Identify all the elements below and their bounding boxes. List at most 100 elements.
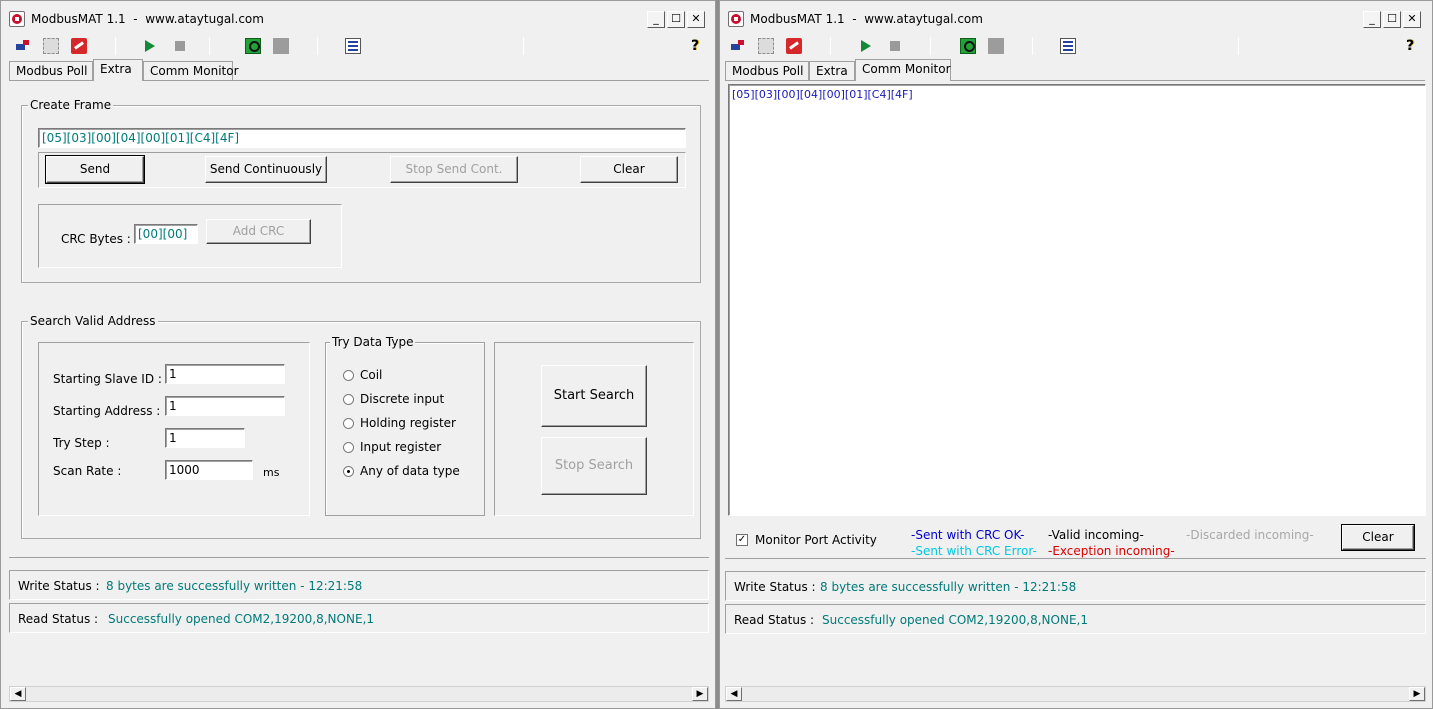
holding-register-label[interactable]: Holding register	[360, 416, 456, 430]
read-status-label: Read Status :	[18, 612, 99, 626]
port-settings-icon[interactable]	[786, 38, 802, 54]
add-crc-button[interactable]: Add CRC	[206, 219, 311, 244]
read-status-value: Successfully opened COM2,19200,8,NONE,1	[822, 613, 1088, 627]
stop-send-cont-button[interactable]: Stop Send Cont.	[390, 156, 518, 183]
close-button[interactable]: ✕	[1403, 11, 1421, 28]
help-icon[interactable]: ?	[1402, 38, 1418, 54]
try-data-type-title: Try Data Type	[330, 335, 416, 349]
window-title: ModbusMAT 1.1 - www.ataytugal.com	[750, 12, 983, 26]
toolbar-separator	[523, 37, 524, 55]
toolbar: ?	[1, 35, 715, 57]
discrete-input-label[interactable]: Discrete input	[360, 392, 444, 406]
clear-monitor-button[interactable]: Clear	[1341, 524, 1415, 551]
toolbar-separator	[317, 37, 318, 55]
starting-slave-id-label: Starting Slave ID :	[53, 372, 162, 386]
try-step-label: Try Step :	[53, 436, 110, 450]
tab-extra[interactable]: Extra	[809, 61, 855, 81]
toolbar-separator	[115, 37, 116, 55]
disconnect-icon[interactable]	[43, 38, 59, 54]
start-search-button[interactable]: Start Search	[541, 365, 647, 427]
write-status-label: Write Status :	[18, 579, 100, 593]
title-bar[interactable]: ModbusMAT 1.1 - www.ataytugal.com _ ☐ ✕	[1, 1, 715, 35]
write-status-value: 8 bytes are successfully written - 12:21…	[820, 580, 1077, 594]
stop-icon[interactable]	[890, 41, 900, 51]
title-bar[interactable]: ModbusMAT 1.1 - www.ataytugal.com _ ☐ ✕	[720, 1, 1432, 35]
crc-bytes-label: CRC Bytes :	[61, 232, 131, 246]
any-data-type-radio[interactable]	[343, 466, 354, 477]
disconnect-icon[interactable]	[758, 38, 774, 54]
scroll-left-icon[interactable]: ◀	[726, 687, 742, 701]
search-buttons-panel: Start Search Stop Search	[494, 342, 694, 516]
play-icon[interactable]	[145, 40, 155, 52]
comm-monitor-log[interactable]: [05][03][00][04][00][01][C4][4F]	[728, 84, 1426, 516]
toolbar-separator	[209, 37, 210, 55]
tab-extra[interactable]: Extra	[93, 59, 143, 81]
tab-modbus-poll[interactable]: Modbus Poll	[725, 61, 809, 81]
discrete-input-radio[interactable]	[343, 394, 354, 405]
holding-register-radio[interactable]	[343, 418, 354, 429]
stop-search-button[interactable]: Stop Search	[541, 437, 647, 495]
send-continuously-button[interactable]: Send Continuously	[205, 156, 327, 183]
coil-radio[interactable]	[343, 370, 354, 381]
list-icon[interactable]	[1060, 38, 1076, 54]
tab-comm-monitor[interactable]: Comm Monitor	[143, 61, 239, 81]
minimize-button[interactable]: _	[1363, 11, 1381, 28]
input-register-radio[interactable]	[343, 442, 354, 453]
crc-bytes-field[interactable]: [00][00]	[134, 224, 198, 244]
frame-input[interactable]: [05][03][00][04][00][01][C4][4F]	[38, 128, 686, 148]
input-register-label[interactable]: Input register	[360, 440, 441, 454]
window-title: ModbusMAT 1.1 - www.ataytugal.com	[31, 12, 264, 26]
app-icon[interactable]	[9, 11, 25, 27]
stop-icon[interactable]	[175, 41, 185, 51]
read-status-row: Read Status : Successfully opened COM2,1…	[9, 603, 709, 633]
tab-modbus-poll[interactable]: Modbus Poll	[9, 61, 93, 81]
connect-icon[interactable]	[15, 38, 31, 54]
search-icon[interactable]	[245, 38, 261, 54]
clear-button[interactable]: Clear	[580, 156, 678, 183]
scroll-right-icon[interactable]: ▶	[1409, 687, 1425, 701]
port-settings-icon[interactable]	[71, 38, 87, 54]
write-status-row: Write Status : 8 bytes are successfully …	[725, 571, 1426, 601]
starting-address-input[interactable]: 1	[165, 396, 285, 416]
monitor-port-activity-checkbox[interactable]: ✓	[736, 534, 748, 546]
starting-slave-id-input[interactable]: 1	[165, 364, 285, 384]
read-status-value: Successfully opened COM2,19200,8,NONE,1	[108, 612, 374, 626]
minimize-button[interactable]: _	[647, 11, 665, 28]
modbusmat-window-extra: ModbusMAT 1.1 - www.ataytugal.com _ ☐ ✕ …	[0, 0, 716, 709]
horizontal-scrollbar[interactable]: ◀ ▶	[9, 686, 709, 702]
tab-comm-monitor[interactable]: Comm Monitor	[855, 59, 951, 81]
legend-sent-error: -Sent with CRC Error-	[911, 544, 1037, 558]
list-icon[interactable]	[345, 38, 361, 54]
close-button[interactable]: ✕	[687, 11, 705, 28]
scan-rate-input[interactable]: 1000	[165, 460, 253, 480]
read-status-row: Read Status : Successfully opened COM2,1…	[725, 604, 1426, 634]
coil-label[interactable]: Coil	[360, 368, 382, 382]
try-step-input[interactable]: 1	[165, 428, 245, 448]
stop-search-icon[interactable]	[273, 38, 289, 54]
scroll-left-icon[interactable]: ◀	[10, 687, 26, 701]
status-area: Write Status : 8 bytes are successfully …	[9, 557, 709, 683]
app-icon[interactable]	[728, 11, 744, 27]
stop-search-icon[interactable]	[988, 38, 1004, 54]
toolbar-separator	[1032, 37, 1033, 55]
toolbar-separator	[930, 37, 931, 55]
send-button[interactable]: Send	[45, 155, 145, 184]
monitor-port-activity-label[interactable]: Monitor Port Activity	[755, 533, 877, 547]
read-status-label: Read Status :	[734, 613, 815, 627]
monitor-log-line: [05][03][00][04][00][01][C4][4F]	[732, 88, 913, 101]
horizontal-scrollbar[interactable]: ◀ ▶	[725, 686, 1426, 702]
help-icon[interactable]: ?	[687, 38, 703, 54]
maximize-button[interactable]: ☐	[1383, 11, 1401, 28]
legend-sent-ok: -Sent with CRC OK-	[911, 528, 1025, 542]
toolbar-separator	[1238, 37, 1239, 55]
write-status-row: Write Status : 8 bytes are successfully …	[9, 570, 709, 600]
legend-exception-incoming: -Exception incoming-	[1048, 544, 1175, 558]
maximize-button[interactable]: ☐	[667, 11, 685, 28]
starting-address-label: Starting Address :	[53, 404, 161, 418]
scroll-right-icon[interactable]: ▶	[692, 687, 708, 701]
toolbar: ?	[720, 35, 1432, 57]
search-icon[interactable]	[960, 38, 976, 54]
play-icon[interactable]	[861, 40, 871, 52]
connect-icon[interactable]	[730, 38, 746, 54]
any-data-type-label[interactable]: Any of data type	[360, 464, 460, 478]
